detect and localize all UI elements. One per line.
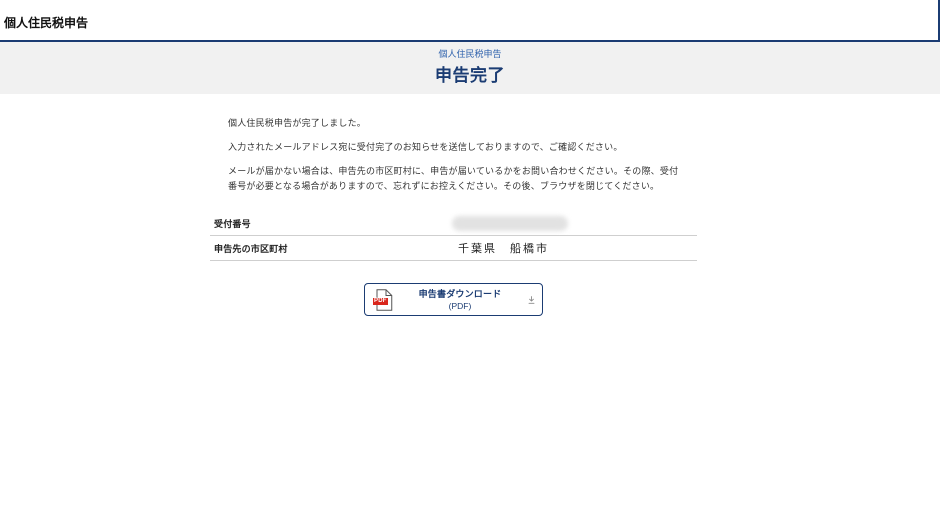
municipality-value: 千葉県 船橋市 [458, 243, 549, 255]
page-title: 申告完了 [435, 66, 505, 85]
completion-message: 個人住民税申告が完了しました。 [228, 118, 367, 128]
redacted-receipt-number [452, 215, 568, 231]
email-notice-message: 入力されたメールアドレス宛に受付完了のお知らせを送信しておりますので、ご確認くだ… [228, 142, 623, 152]
page-subtitle: 個人住民税申告 [438, 49, 502, 59]
municipality-label: 申告先の市区町村 [214, 243, 288, 254]
site-header: 個人住民税申告 [0, 0, 940, 42]
download-button-text: 申告書ダウンロード (PDF) [393, 288, 528, 312]
download-icon [528, 295, 536, 304]
page-banner: 個人住民税申告 申告完了 [0, 42, 940, 94]
contact-guidance-message: メールが届かない場合は、申告先の市区町村に、申告が届いているかをお問い合わせくだ… [228, 166, 679, 191]
download-button-label: 申告書ダウンロード [418, 288, 502, 299]
submission-summary-table: 受付番号 申告先の市区町村 千葉県 船橋市 [210, 211, 697, 261]
summary-row-municipality: 申告先の市区町村 千葉県 船橋市 [210, 236, 697, 261]
site-title: 個人住民税申告 [4, 16, 89, 30]
receipt-number-value [452, 215, 697, 231]
receipt-number-label: 受付番号 [214, 218, 251, 229]
pdf-file-icon: PDF [372, 288, 393, 311]
completion-messages: 個人住民税申告が完了しました。 入力されたメールアドレス宛に受付完了のお知らせを… [228, 116, 683, 203]
summary-row-receipt-number: 受付番号 [210, 211, 697, 236]
pdf-badge: PDF [372, 297, 389, 305]
download-format-label: (PDF) [448, 300, 472, 311]
download-pdf-button[interactable]: PDF 申告書ダウンロード (PDF) [364, 283, 543, 316]
